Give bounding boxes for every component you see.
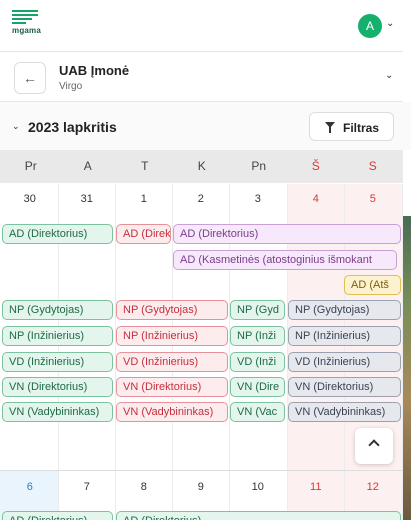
date-number[interactable]: 30: [1, 193, 59, 205]
weekday-label: S: [368, 159, 377, 173]
week-divider: [0, 470, 403, 471]
arrow-left-icon: ←: [23, 70, 37, 86]
event-chip[interactable]: VD (Inžinierius): [116, 352, 228, 372]
event-chip[interactable]: AD (Direktorius): [116, 511, 401, 520]
date-number[interactable]: 9: [172, 481, 230, 493]
company-name: UAB Įmonė: [59, 63, 130, 78]
event-chip[interactable]: VN (Direktorius): [2, 377, 113, 397]
date-number[interactable]: 7: [58, 481, 116, 493]
chevron-down-icon[interactable]: ⌄: [12, 121, 20, 132]
event-chip[interactable]: NP (Inžinierius): [116, 326, 228, 346]
event-chip[interactable]: AD (Atš: [344, 275, 401, 295]
date-number[interactable]: 31: [58, 193, 116, 205]
weekday-label: A: [83, 159, 92, 173]
date-number[interactable]: 2: [172, 193, 230, 205]
filter-icon: [325, 122, 335, 133]
date-number[interactable]: 1: [115, 193, 173, 205]
weekday-label: Pn: [251, 159, 267, 173]
date-number[interactable]: 6: [1, 481, 59, 493]
date-number[interactable]: 4: [287, 193, 345, 205]
back-button[interactable]: ←: [14, 62, 46, 94]
event-chip[interactable]: AD (Direktorius): [173, 224, 401, 244]
avatar[interactable]: A: [358, 14, 382, 38]
event-chip[interactable]: VD (Inžinierius): [2, 352, 113, 372]
top-bar: mgama A ⌄: [0, 0, 403, 52]
event-chip[interactable]: VN (Vadybininkas): [2, 402, 113, 422]
logo-icon: [12, 10, 42, 24]
chevron-up-icon: [368, 439, 380, 451]
event-chip[interactable]: NP (Inži: [230, 326, 285, 346]
event-chip[interactable]: NP (Gydytojas): [2, 300, 113, 320]
event-chip[interactable]: AD (Kasmetinės (atostoginius išmokant: [173, 250, 397, 270]
logo-text: mgama: [12, 26, 42, 35]
event-chip[interactable]: AD (Direktorius): [2, 511, 113, 520]
weekday-label: K: [197, 159, 206, 173]
month-title[interactable]: 2023 lapkritis: [28, 119, 117, 135]
company-selector[interactable]: ← UAB Įmonė Virgo ⌄: [0, 52, 403, 102]
chevron-down-icon[interactable]: ⌄: [386, 18, 394, 29]
company-subtitle: Virgo: [59, 81, 83, 92]
event-chip[interactable]: VN (Vadybininkas): [116, 402, 228, 422]
logo[interactable]: mgama: [12, 10, 42, 42]
event-chip[interactable]: VN (Dire: [230, 377, 285, 397]
event-chip[interactable]: VN (Direktorius): [288, 377, 401, 397]
date-number[interactable]: 12: [344, 481, 402, 493]
date-number[interactable]: 3: [229, 193, 287, 205]
date-number[interactable]: 11: [287, 481, 345, 493]
event-chip[interactable]: NP (Inžinierius): [2, 326, 113, 346]
date-number[interactable]: 5: [344, 193, 402, 205]
weekday-label: Pr: [24, 159, 37, 173]
event-chip[interactable]: NP (Gydytojas): [116, 300, 228, 320]
event-chip[interactable]: VN (Vac: [230, 402, 285, 422]
event-chip[interactable]: NP (Inžinierius): [288, 326, 401, 346]
event-chip[interactable]: AD (Direktorius): [2, 224, 113, 244]
chevron-down-icon[interactable]: ⌄: [385, 70, 393, 81]
event-chip[interactable]: NP (Gydytojas): [288, 300, 401, 320]
event-chip[interactable]: NP (Gyd: [230, 300, 285, 320]
event-chip[interactable]: VD (Inži: [230, 352, 285, 372]
event-chip[interactable]: VN (Direktorius): [116, 377, 228, 397]
date-number[interactable]: 8: [115, 481, 173, 493]
filter-button[interactable]: Filtras: [309, 112, 394, 141]
weekday-label: Š: [311, 159, 320, 173]
weekday-label: T: [141, 159, 149, 173]
event-chip[interactable]: VD (Inžinierius): [288, 352, 401, 372]
scroll-to-top-button[interactable]: [355, 428, 393, 464]
filter-label: Filtras: [343, 121, 380, 135]
event-chip[interactable]: VN (Vadybininkas): [288, 402, 401, 422]
weekday-header: Pr A T K Pn Š S: [0, 150, 403, 183]
date-number[interactable]: 10: [229, 481, 287, 493]
event-chip[interactable]: AD (Direktorius): [116, 224, 171, 244]
